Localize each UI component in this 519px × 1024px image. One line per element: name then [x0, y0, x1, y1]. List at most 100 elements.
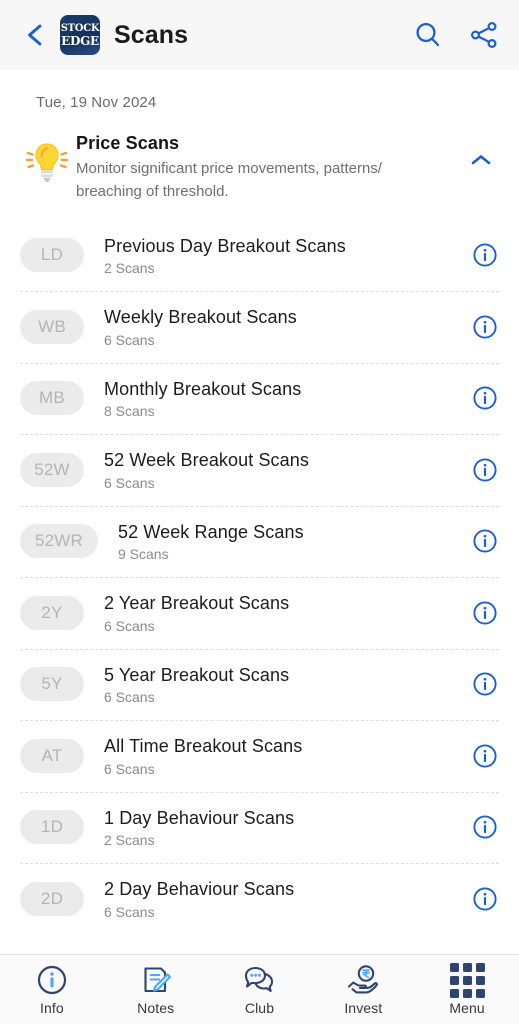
scan-row-text: Monthly Breakout Scans 8 Scans	[84, 378, 469, 420]
nav-item-invest[interactable]: Invest	[311, 955, 415, 1024]
scan-info-button[interactable]	[469, 668, 501, 700]
header-actions	[411, 18, 501, 52]
scan-info-button[interactable]	[469, 883, 501, 915]
nav-item-notes[interactable]: Notes	[104, 955, 208, 1024]
scan-row-text: 2 Day Behaviour Scans 6 Scans	[84, 878, 469, 920]
collapse-toggle-button[interactable]	[461, 131, 501, 167]
scan-badge: WB	[20, 309, 84, 344]
info-circle-icon	[473, 601, 497, 625]
scan-row[interactable]: 52W 52 Week Breakout Scans 6 Scans	[0, 434, 519, 506]
nav-label-info: Info	[40, 1000, 64, 1016]
scan-row-text: Weekly Breakout Scans 6 Scans	[84, 306, 469, 348]
scan-row-text: 1 Day Behaviour Scans 2 Scans	[84, 807, 469, 849]
scan-row-text: 52 Week Breakout Scans 6 Scans	[84, 449, 469, 491]
scan-title: Weekly Breakout Scans	[104, 307, 297, 327]
scan-title: 1 Day Behaviour Scans	[104, 807, 295, 828]
share-button[interactable]	[467, 18, 501, 52]
scan-info-button[interactable]	[469, 740, 501, 772]
scan-row-text: 2 Year Breakout Scans 6 Scans	[84, 592, 469, 634]
scan-title: 2 Year Breakout Scans	[104, 593, 290, 613]
section-title: Price Scans	[76, 133, 180, 153]
share-icon	[470, 21, 497, 49]
scan-title: 52 Week Breakout Scans	[104, 450, 309, 470]
scan-info-button[interactable]	[469, 311, 501, 343]
logo-line-2: EDGE	[61, 33, 99, 48]
scan-title: 2 Day Behaviour Scans	[104, 879, 295, 899]
nav-label-invest: Invest	[344, 1000, 383, 1016]
scan-count: 2 Scans	[104, 260, 155, 276]
info-circle-icon	[473, 672, 497, 696]
scan-info-button[interactable]	[469, 525, 501, 557]
info-circle-icon	[473, 315, 497, 339]
scan-info-button[interactable]	[469, 239, 501, 271]
nav-item-menu[interactable]: Menu	[415, 955, 519, 1024]
note-pencil-icon	[140, 963, 172, 997]
nav-label-notes: Notes	[137, 1000, 175, 1016]
scans-content: Tue, 19 Nov 2024 Price Scans Monitor sig…	[0, 70, 519, 954]
lightbulb-icon-wrap	[18, 131, 76, 189]
page-title: Scans	[114, 20, 189, 49]
info-circle-icon	[473, 386, 497, 410]
scan-title: Previous Day Breakout Scans	[104, 235, 346, 256]
scan-count: 2 Scans	[104, 832, 155, 848]
scan-row[interactable]: 2Y 2 Year Breakout Scans 6 Scans	[0, 577, 519, 649]
scan-badge: LD	[20, 238, 84, 273]
scan-info-button[interactable]	[469, 382, 501, 414]
scan-count: 6 Scans	[104, 689, 155, 705]
stockedge-logo: STOCK EDGE	[60, 15, 100, 55]
scan-row[interactable]: 5Y 5 Year Breakout Scans 6 Scans	[0, 648, 519, 721]
section-text: Price Scans Monitor significant price mo…	[76, 131, 461, 204]
info-circle-icon	[473, 744, 497, 768]
scan-badge: MB	[20, 381, 84, 416]
scan-count: 6 Scans	[104, 474, 155, 491]
scan-row-text: All Time Breakout Scans 6 Scans	[84, 735, 469, 777]
info-circle-icon	[473, 887, 497, 911]
search-button[interactable]	[411, 18, 445, 52]
scan-title: All Time Breakout Scans	[104, 736, 303, 756]
scan-count: 6 Scans	[104, 760, 155, 777]
logo-line-1: STOCK	[60, 22, 100, 34]
scan-list: LD Previous Day Breakout Scans 2 Scans WB We…	[0, 220, 519, 935]
scan-badge: 1D	[20, 810, 84, 845]
scan-info-button[interactable]	[469, 454, 501, 486]
hand-rupee-coin-icon	[346, 963, 380, 997]
nav-label-menu: Menu	[449, 1000, 485, 1016]
scan-row[interactable]: WB Weekly Breakout Scans 6 Scans	[0, 291, 519, 363]
scan-title: Monthly Breakout Scans	[104, 378, 302, 399]
scan-count: 6 Scans	[104, 331, 155, 348]
scan-badge: 52W	[20, 452, 84, 487]
scan-row[interactable]: AT All Time Breakout Scans 6 Scans	[0, 720, 519, 792]
info-circle-icon	[36, 963, 68, 997]
scan-count: 6 Scans	[104, 903, 155, 920]
section-subtitle: Monitor significant price movements, pat…	[76, 160, 382, 201]
scan-row-text: 5 Year Breakout Scans 6 Scans	[84, 664, 469, 706]
grid-menu-icon	[449, 962, 485, 998]
scan-badge: 2Y	[20, 595, 84, 630]
scan-row-text: Previous Day Breakout Scans 2 Scans	[84, 235, 469, 277]
scan-row[interactable]: MB Monthly Breakout Scans 8 Scans	[0, 362, 519, 435]
bottom-navigation: Info Notes Club Invest Menu	[0, 954, 519, 1024]
price-scans-section-header[interactable]: Price Scans Monitor significant price mo…	[0, 111, 519, 212]
scan-row[interactable]: 1D 1 Day Behaviour Scans 2 Scans	[0, 791, 519, 864]
nav-item-info[interactable]: Info	[0, 955, 104, 1024]
scan-info-button[interactable]	[469, 811, 501, 843]
info-circle-icon	[473, 243, 497, 267]
scan-badge: AT	[20, 738, 84, 773]
nav-item-club[interactable]: Club	[208, 955, 312, 1024]
date-label: Tue, 19 Nov 2024	[36, 94, 157, 111]
info-circle-icon	[473, 529, 497, 553]
scan-row[interactable]: 52WR 52 Week Range Scans 9 Scans	[0, 505, 519, 578]
scan-info-button[interactable]	[469, 597, 501, 629]
scan-count: 9 Scans	[118, 546, 169, 562]
chevron-up-icon	[471, 155, 491, 165]
app-header: STOCK EDGE Scans	[0, 0, 519, 70]
lightbulb-icon	[25, 143, 69, 182]
scan-count: 6 Scans	[104, 617, 155, 634]
scan-row[interactable]: LD Previous Day Breakout Scans 2 Scans	[0, 220, 519, 292]
back-button[interactable]	[18, 18, 52, 52]
scan-count: 8 Scans	[104, 403, 155, 419]
chat-bubbles-icon	[242, 963, 276, 997]
scan-badge: 2D	[20, 881, 84, 916]
chevron-left-icon	[28, 24, 42, 46]
scan-row[interactable]: 2D 2 Day Behaviour Scans 6 Scans	[0, 863, 519, 935]
